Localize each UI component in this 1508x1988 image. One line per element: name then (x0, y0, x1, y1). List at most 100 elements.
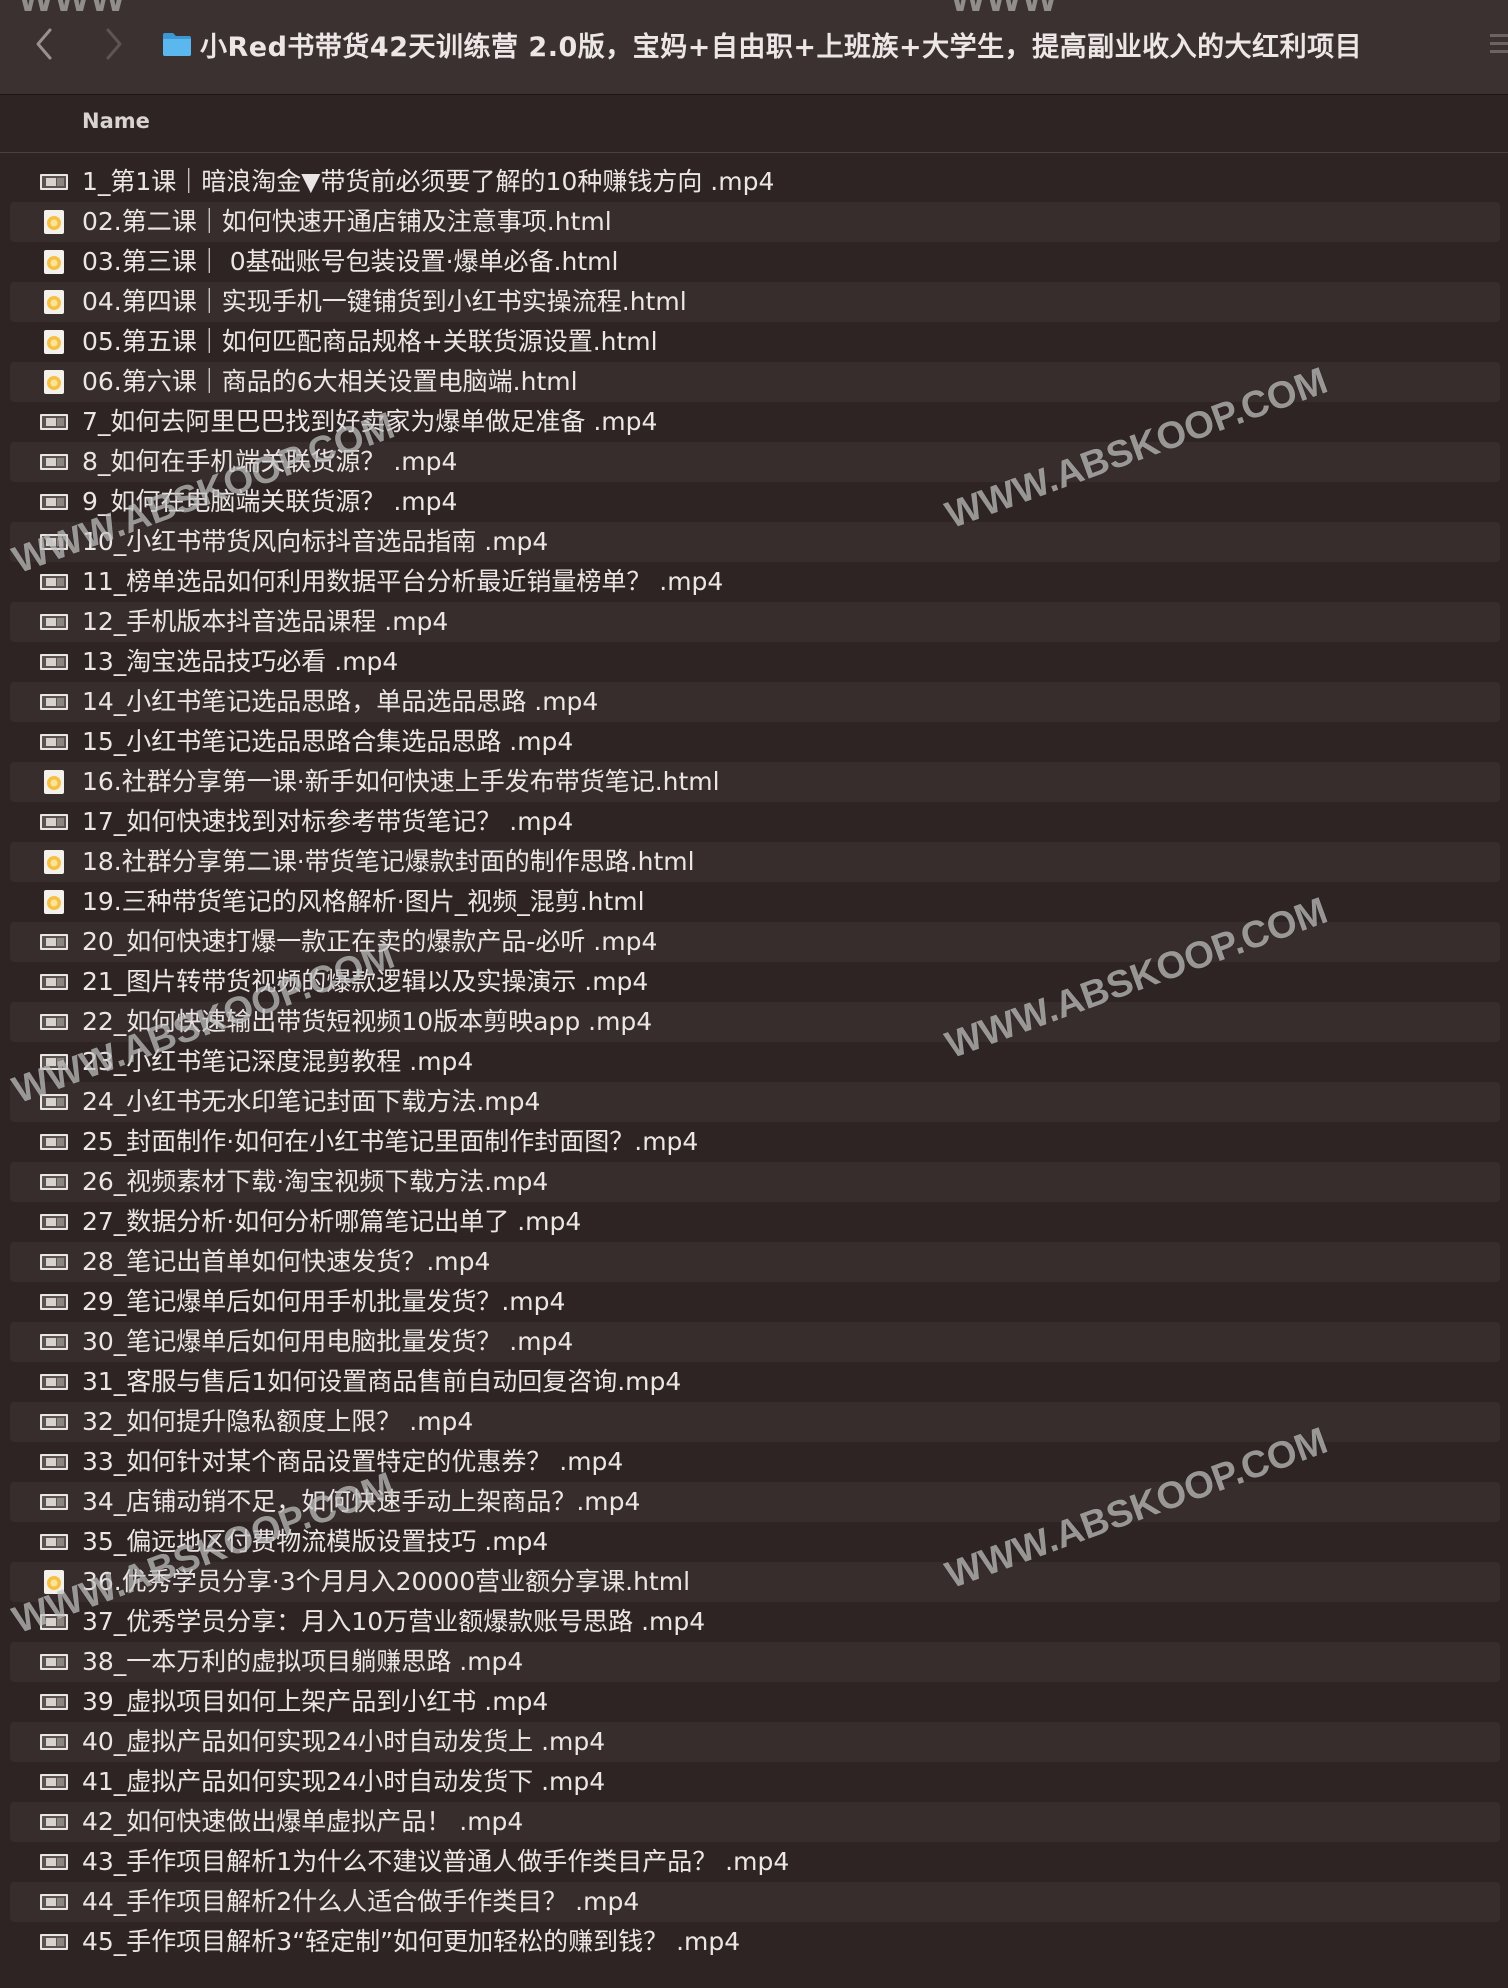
file-name: 18.社群分享第二课·带货笔记爆款封面的制作思路.html (82, 847, 695, 876)
video-file-icon (40, 1690, 68, 1714)
html-file-icon (40, 370, 68, 394)
file-name: 43_手作项目解析1为什么不建议普通人做手作类目产品？ .mp4 (82, 1847, 790, 1876)
file-name: 39_虚拟项目如何上架产品到小红书 .mp4 (82, 1687, 549, 1716)
file-row[interactable]: 7_如何去阿里巴巴找到好卖家为爆单做足准备 .mp4 (10, 402, 1500, 442)
video-file-icon (40, 530, 68, 554)
file-row[interactable]: 28_笔记出首单如何快速发货？.mp4 (10, 1242, 1500, 1282)
file-row[interactable]: 43_手作项目解析1为什么不建议普通人做手作类目产品？ .mp4 (10, 1842, 1500, 1882)
video-file-icon (40, 1610, 68, 1634)
watermark-top-left: WWW (18, 0, 126, 21)
file-row[interactable]: 15_小红书笔记选品思路合集选品思路 .mp4 (10, 722, 1500, 762)
file-row[interactable]: 11_榜单选品如何利用数据平台分析最近销量榜单？ .mp4 (10, 562, 1500, 602)
video-file-icon (40, 1170, 68, 1194)
video-file-icon (40, 1130, 68, 1154)
file-row[interactable]: 22_如何快速输出带货短视频10版本剪映app .mp4 (10, 1002, 1500, 1042)
file-name: 06.第六课｜商品的6大相关设置电脑端.html (82, 367, 578, 396)
file-row[interactable]: 23_小红书笔记深度混剪教程 .mp4 (10, 1042, 1500, 1082)
file-name: 45_手作项目解析3“轻定制”如何更加轻松的赚到钱？ .mp4 (82, 1927, 741, 1956)
forward-button[interactable] (94, 22, 134, 66)
video-file-icon (40, 810, 68, 834)
file-row[interactable]: 20_如何快速打爆一款正在卖的爆款产品-必听 .mp4 (10, 922, 1500, 962)
video-file-icon (40, 1810, 68, 1834)
file-row[interactable]: 12_手机版本抖音选品课程 .mp4 (10, 602, 1500, 642)
file-name: 29_笔记爆单后如何用手机批量发货？.mp4 (82, 1287, 566, 1316)
file-row[interactable]: 21_图片转带货视频的爆款逻辑以及实操演示 .mp4 (10, 962, 1500, 1002)
video-file-icon (40, 1050, 68, 1074)
file-row[interactable]: 02.第二课｜如何快速开通店铺及注意事项.html (10, 202, 1500, 242)
file-name: 12_手机版本抖音选品课程 .mp4 (82, 607, 449, 636)
file-row[interactable]: 42_如何快速做出爆单虚拟产品！ .mp4 (10, 1802, 1500, 1842)
file-row[interactable]: 27_数据分析·如何分析哪篇笔记出单了 .mp4 (10, 1202, 1500, 1242)
file-row[interactable]: 14_小红书笔记选品思路，单品选品思路 .mp4 (10, 682, 1500, 722)
video-file-icon (40, 690, 68, 714)
file-name: 20_如何快速打爆一款正在卖的爆款产品-必听 .mp4 (82, 927, 658, 956)
back-button[interactable] (24, 22, 64, 66)
file-name: 27_数据分析·如何分析哪篇笔记出单了 .mp4 (82, 1207, 582, 1236)
file-row[interactable]: 19.三种带货笔记的风格解析·图片_视频_混剪.html (10, 882, 1500, 922)
video-file-icon (40, 450, 68, 474)
html-file-icon (40, 850, 68, 874)
video-file-icon (40, 730, 68, 754)
file-row[interactable]: 45_手作项目解析3“轻定制”如何更加轻松的赚到钱？ .mp4 (10, 1922, 1500, 1962)
file-row[interactable]: 39_虚拟项目如何上架产品到小红书 .mp4 (10, 1682, 1500, 1722)
file-row[interactable]: 29_笔记爆单后如何用手机批量发货？.mp4 (10, 1282, 1500, 1322)
file-row[interactable]: 17_如何快速找到对标参考带货笔记？ .mp4 (10, 802, 1500, 842)
html-file-icon (40, 210, 68, 234)
file-row[interactable]: 30_笔记爆单后如何用电脑批量发货？ .mp4 (10, 1322, 1500, 1362)
file-row[interactable]: 16.社群分享第一课·新手如何快速上手发布带货笔记.html (10, 762, 1500, 802)
video-file-icon (40, 650, 68, 674)
file-name: 32_如何提升隐私额度上限？ .mp4 (82, 1407, 474, 1436)
file-row[interactable]: 33_如何针对某个商品设置特定的优惠券？ .mp4 (10, 1442, 1500, 1482)
file-row[interactable]: 41_虚拟产品如何实现24小时自动发货下 .mp4 (10, 1762, 1500, 1802)
file-row[interactable]: 36.优秀学员分享·3个月月入20000营业额分享课.html (10, 1562, 1500, 1602)
html-file-icon (40, 770, 68, 794)
file-name: 21_图片转带货视频的爆款逻辑以及实操演示 .mp4 (82, 967, 649, 996)
html-file-icon (40, 890, 68, 914)
video-file-icon (40, 610, 68, 634)
file-row[interactable]: 37_优秀学员分享：月入10万营业额爆款账号思路 .mp4 (10, 1602, 1500, 1642)
file-row[interactable]: 03.第三课｜ 0基础账号包装设置·爆单必备.html (10, 242, 1500, 282)
file-row[interactable]: 18.社群分享第二课·带货笔记爆款封面的制作思路.html (10, 842, 1500, 882)
video-file-icon (40, 1490, 68, 1514)
file-name: 13_淘宝选品技巧必看 .mp4 (82, 647, 399, 676)
file-row[interactable]: 13_淘宝选品技巧必看 .mp4 (10, 642, 1500, 682)
name-column-header[interactable]: Name (82, 109, 150, 133)
file-row[interactable]: 26_视频素材下载·淘宝视频下载方法.mp4 (10, 1162, 1500, 1202)
file-row[interactable]: 40_虚拟产品如何实现24小时自动发货上 .mp4 (10, 1722, 1500, 1762)
video-file-icon (40, 1890, 68, 1914)
file-row[interactable]: 38_一本万利的虚拟项目躺赚思路 .mp4 (10, 1642, 1500, 1682)
file-name: 36.优秀学员分享·3个月月入20000营业额分享课.html (82, 1567, 691, 1596)
video-file-icon (40, 410, 68, 434)
list-view-icon[interactable] (1486, 26, 1508, 62)
video-file-icon (40, 570, 68, 594)
file-row[interactable]: 32_如何提升隐私额度上限？ .mp4 (10, 1402, 1500, 1442)
file-row[interactable]: 25_封面制作·如何在小红书笔记里面制作封面图？.mp4 (10, 1122, 1500, 1162)
file-row[interactable]: 1_第1课｜暗浪淘金▼带货前必须要了解的10种赚钱方向 .mp4 (10, 162, 1500, 202)
file-row[interactable]: 05.第五课｜如何匹配商品规格+关联货源设置.html (10, 322, 1500, 362)
file-name: 25_封面制作·如何在小红书笔记里面制作封面图？.mp4 (82, 1127, 699, 1156)
video-file-icon (40, 1250, 68, 1274)
file-name: 19.三种带货笔记的风格解析·图片_视频_混剪.html (82, 887, 645, 916)
file-name: 42_如何快速做出爆单虚拟产品！ .mp4 (82, 1807, 524, 1836)
chevron-right-icon (106, 28, 122, 60)
file-row[interactable]: 31_客服与售后1如何设置商品售前自动回复咨询.mp4 (10, 1362, 1500, 1402)
file-row[interactable]: 44_手作项目解析2什么人适合做手作类目？ .mp4 (10, 1882, 1500, 1922)
file-name: 34_店铺动销不足，如何快速手动上架商品？.mp4 (82, 1487, 641, 1516)
file-row[interactable]: 9_如何在电脑端关联货源？ .mp4 (10, 482, 1500, 522)
file-name: 9_如何在电脑端关联货源？ .mp4 (82, 487, 458, 516)
window-title-area: 小Red书带货42天训练营 2.0版，宝妈+自由职+上班族+大学生，提高副业收入… (162, 23, 1362, 65)
file-name: 1_第1课｜暗浪淘金▼带货前必须要了解的10种赚钱方向 .mp4 (82, 167, 775, 196)
file-row[interactable]: 8_如何在手机端关联货源？ .mp4 (10, 442, 1500, 482)
file-row[interactable]: 04.第四课｜实现手机一键铺货到小红书实操流程.html (10, 282, 1500, 322)
file-row[interactable]: 06.第六课｜商品的6大相关设置电脑端.html (10, 362, 1500, 402)
file-name: 8_如何在手机端关联货源？ .mp4 (82, 447, 458, 476)
video-file-icon (40, 1650, 68, 1674)
file-row[interactable]: 24_小红书无水印笔记封面下载方法.mp4 (10, 1082, 1500, 1122)
video-file-icon (40, 1530, 68, 1554)
file-name: 10_小红书带货风向标抖音选品指南 .mp4 (82, 527, 549, 556)
html-file-icon (40, 1570, 68, 1594)
file-row[interactable]: 35_偏远地区付费物流模版设置技巧 .mp4 (10, 1522, 1500, 1562)
file-row[interactable]: 10_小红书带货风向标抖音选品指南 .mp4 (10, 522, 1500, 562)
file-row[interactable]: 34_店铺动销不足，如何快速手动上架商品？.mp4 (10, 1482, 1500, 1522)
file-name: 7_如何去阿里巴巴找到好卖家为爆单做足准备 .mp4 (82, 407, 658, 436)
